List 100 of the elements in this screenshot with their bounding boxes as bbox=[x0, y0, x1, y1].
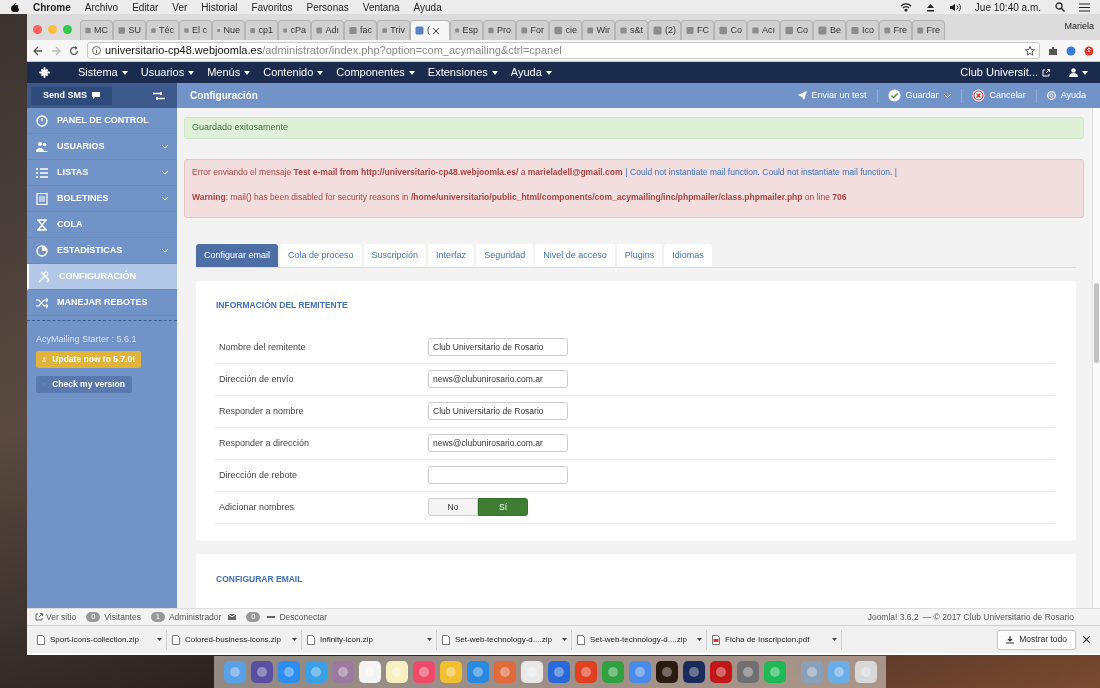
scrollbar-thumb[interactable] bbox=[1094, 283, 1099, 363]
extension-icon[interactable] bbox=[1066, 45, 1076, 56]
input-field[interactable]: news@clubunirosario.com.ar bbox=[428, 370, 568, 389]
toggle-option[interactable]: No bbox=[428, 498, 478, 517]
section-title: CONFIGURAR EMAIL bbox=[216, 573, 304, 586]
app-menu[interactable]: Chrome bbox=[33, 0, 71, 15]
browser-tab[interactable]: Co bbox=[714, 20, 747, 40]
config-tab[interactable]: Idiomas bbox=[664, 244, 712, 267]
download-item[interactable]: Sport-icons-collection.zip bbox=[33, 629, 167, 650]
browser-tab[interactable]: Be bbox=[813, 20, 846, 40]
browser-tab[interactable]: fac bbox=[344, 20, 377, 40]
browser-tab[interactable]: Wir bbox=[582, 20, 615, 40]
joomla-logo-icon[interactable] bbox=[39, 67, 50, 78]
browser-tab[interactable]: ( bbox=[410, 20, 450, 40]
browser-tab[interactable]: cp1 bbox=[245, 20, 278, 40]
browser-tab[interactable]: Ico bbox=[846, 20, 879, 40]
browser-tab[interactable]: Fre bbox=[879, 20, 912, 40]
browser-tab[interactable]: Fre bbox=[912, 20, 945, 40]
reload-icon[interactable] bbox=[69, 45, 79, 56]
input-field[interactable]: Club Universitario de Rosario bbox=[428, 338, 568, 357]
nav-menu[interactable]: Ayuda bbox=[510, 64, 552, 81]
menu-item[interactable]: Ver bbox=[172, 0, 188, 15]
browser-tab[interactable]: For bbox=[516, 20, 549, 40]
config-tab[interactable]: Plugins bbox=[616, 244, 663, 267]
app-icon[interactable] bbox=[384, 660, 409, 684]
show-all-button[interactable]: Mostrar todo bbox=[997, 629, 1076, 650]
extension-icon[interactable] bbox=[1048, 45, 1058, 56]
browser-tab[interactable]: Nue bbox=[212, 20, 245, 40]
menu-item[interactable]: Editar bbox=[132, 0, 159, 15]
browser-tab[interactable]: (2) bbox=[648, 20, 681, 40]
config-tab[interactable]: Cola de proceso bbox=[280, 244, 362, 267]
user-menu[interactable] bbox=[1069, 68, 1088, 77]
menu-item[interactable]: Personas bbox=[306, 0, 349, 15]
nav-menu[interactable]: Componentes bbox=[336, 64, 415, 81]
config-tab[interactable]: Interfaz bbox=[428, 244, 475, 267]
input-field[interactable]: news@clubunirosario.com.ar bbox=[428, 434, 568, 453]
page-title: Configuración bbox=[190, 89, 259, 103]
clock-text[interactable]: Jue 10:40 a.m. bbox=[974, 0, 1041, 15]
config-tab[interactable]: Configurar email bbox=[196, 244, 279, 267]
app-icon[interactable] bbox=[654, 660, 679, 684]
profile-name[interactable]: Mariela bbox=[1064, 20, 1094, 34]
address-bar[interactable]: universitario-cp48.webjoomla.es/administrator/index.php?option=com_acymailing&ctrl=cpanel bbox=[87, 42, 1040, 59]
browser-tab[interactable]: Acı bbox=[747, 20, 780, 40]
browser-tab[interactable]: SU bbox=[113, 20, 146, 40]
volume-icon[interactable] bbox=[948, 2, 961, 12]
view-site-link[interactable]: Ver sitio bbox=[35, 610, 77, 624]
browser-tab[interactable]: Co bbox=[780, 20, 813, 40]
check-version-button[interactable]: Check my version bbox=[36, 375, 132, 393]
nav-menu[interactable]: Usuarios bbox=[140, 64, 195, 81]
download-item[interactable]: Ficha de Inscripcion.pdf bbox=[708, 629, 842, 650]
wifi-icon[interactable] bbox=[899, 2, 912, 12]
browser-tab[interactable]: FC bbox=[681, 20, 714, 40]
toggle-sidebar-icon[interactable] bbox=[153, 91, 165, 100]
app-icon[interactable] bbox=[681, 660, 706, 684]
forward-icon[interactable] bbox=[51, 45, 61, 56]
extension-icon[interactable] bbox=[1084, 45, 1094, 56]
favicon-icon bbox=[382, 26, 388, 35]
menu-item[interactable]: Historial bbox=[201, 0, 238, 15]
nav-menu[interactable]: Sistema bbox=[78, 64, 128, 81]
browser-tab[interactable]: El c bbox=[179, 20, 212, 40]
nav-menu[interactable]: Menús bbox=[207, 64, 251, 81]
browser-tab[interactable]: Téc bbox=[146, 20, 179, 40]
config-tab[interactable]: Suscripción bbox=[363, 244, 427, 267]
site-link[interactable]: Club Universit... bbox=[960, 64, 1050, 81]
sms-button[interactable]: Send SMS bbox=[31, 86, 112, 105]
browser-tab[interactable]: MC bbox=[80, 20, 113, 40]
close-icon[interactable] bbox=[1083, 636, 1090, 643]
tab-title: Triv bbox=[390, 23, 405, 37]
favicon-icon bbox=[554, 26, 563, 35]
menu-item[interactable]: Favoritos bbox=[251, 0, 293, 15]
browser-tab[interactable]: cie bbox=[549, 20, 582, 40]
browser-tab[interactable]: Adı bbox=[311, 20, 344, 40]
download-item[interactable]: Colored-business-icons.zip bbox=[168, 629, 302, 650]
download-item[interactable]: Infinity-icon.zip bbox=[303, 629, 437, 650]
tab-title: Pro bbox=[497, 23, 511, 37]
browser-tab[interactable]: s&t bbox=[615, 20, 648, 40]
eject-icon[interactable] bbox=[925, 2, 935, 12]
config-tab[interactable]: Seguridad bbox=[476, 244, 534, 267]
menu-item[interactable]: Archivo bbox=[84, 0, 119, 15]
browser-tab[interactable]: Esp bbox=[450, 20, 483, 40]
input-field[interactable]: Club Universitario de Rosario bbox=[428, 402, 568, 421]
input-field[interactable] bbox=[428, 466, 568, 485]
toggle-option[interactable]: Sí bbox=[478, 498, 528, 517]
download-item[interactable]: Set-web-technology-d....zip bbox=[438, 629, 572, 650]
menu-item[interactable]: Ayuda bbox=[413, 0, 442, 15]
browser-tab[interactable]: Triv bbox=[377, 20, 410, 40]
app-icon[interactable] bbox=[519, 660, 544, 684]
browser-tab[interactable]: Pro bbox=[483, 20, 516, 40]
menu-icon[interactable] bbox=[1079, 2, 1090, 12]
star-icon[interactable] bbox=[1025, 45, 1035, 56]
app-icon[interactable] bbox=[357, 660, 382, 684]
back-icon[interactable] bbox=[33, 45, 43, 56]
logout-link[interactable]: Desconectar bbox=[279, 610, 328, 624]
close-icon[interactable] bbox=[433, 27, 439, 34]
browser-tab[interactable]: cPa bbox=[278, 20, 311, 40]
menu-item[interactable]: Ventana bbox=[362, 0, 400, 15]
config-tab[interactable]: Nivel de acceso bbox=[535, 244, 615, 267]
nav-menu[interactable]: Contenido bbox=[263, 64, 324, 81]
download-item[interactable]: Set-web-technology-d....zip bbox=[573, 629, 707, 650]
nav-menu[interactable]: Extensiones bbox=[427, 64, 498, 81]
